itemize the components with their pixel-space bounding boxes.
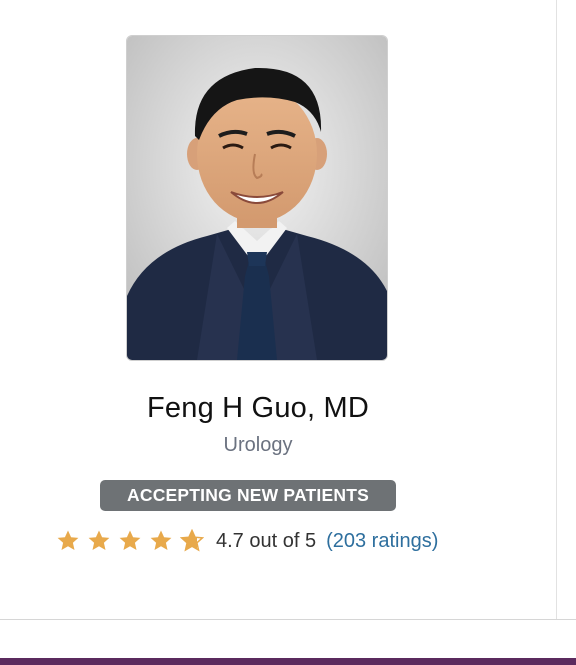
rating-value-text: 4.7 out of 5 — [216, 529, 317, 552]
section-divider — [0, 619, 576, 620]
star-partial-icon — [180, 529, 204, 552]
doctor-name: Feng H Guo, MD — [147, 392, 369, 424]
rating-stars — [56, 529, 204, 553]
rating-row: 4.7 out of 5 (203 ratings) — [56, 526, 438, 556]
star-full-icon — [57, 530, 79, 550]
doctor-specialty: Urology — [223, 434, 293, 456]
ratings-count-link[interactable]: (203 ratings) — [326, 530, 438, 553]
accepting-new-patients-badge: ACCEPTING NEW PATIENTS — [100, 480, 396, 511]
right-border-line — [556, 0, 557, 620]
bottom-accent-bar — [0, 658, 576, 665]
doctor-portrait-image — [127, 36, 387, 360]
star-full-icon — [119, 530, 141, 550]
star-full-icon — [150, 530, 172, 550]
star-full-icon — [88, 530, 110, 550]
doctor-photo — [126, 35, 388, 361]
